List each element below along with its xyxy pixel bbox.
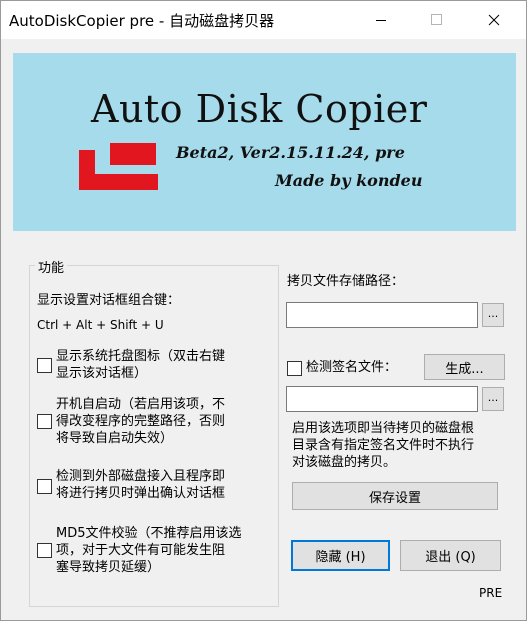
- features-group-label: 功能: [35, 257, 68, 276]
- edition-label: PRE: [479, 586, 503, 600]
- signature-checkbox[interactable]: [287, 361, 302, 376]
- logo-bottom-bar: [79, 174, 158, 190]
- signature-label: 检测签名文件：: [306, 360, 398, 375]
- logo-top-bar: [110, 143, 156, 165]
- option-confirm-dialog-label[interactable]: 检测到外部磁盘接入且程序即 将进行拷贝时弹出确认对话框: [56, 468, 256, 502]
- banner-title: Auto Disk Copier: [91, 87, 428, 131]
- window-title: AutoDiskCopier pre - 自动磁盘拷贝器: [9, 12, 275, 30]
- path-input[interactable]: [286, 302, 478, 328]
- save-settings-button[interactable]: 保存设置: [292, 482, 498, 510]
- exit-button[interactable]: 退出 (Q): [400, 540, 501, 571]
- option-autostart-checkbox[interactable]: [37, 414, 52, 429]
- minimize-icon: [376, 20, 386, 21]
- hotkey-label: 显示设置对话框组合键：: [37, 293, 181, 308]
- close-button[interactable]: [471, 1, 517, 39]
- path-label: 拷贝文件存储路径：: [287, 274, 405, 289]
- maximize-button[interactable]: [414, 1, 460, 39]
- signature-description: 启用该选项即当待拷贝的磁盘根 目录含有指定签名文件时不执行 对该磁盘的拷贝。: [292, 421, 475, 470]
- hide-button[interactable]: 隐藏 (H): [291, 540, 390, 571]
- banner-author: Made by kondeu: [275, 171, 423, 190]
- minimize-button[interactable]: [358, 1, 404, 39]
- generate-button[interactable]: 生成...: [424, 354, 505, 380]
- browse-path-button[interactable]: ...: [482, 303, 504, 327]
- app-window: AutoDiskCopier pre - 自动磁盘拷贝器 Auto Disk C…: [0, 0, 527, 621]
- hotkey-value: Ctrl + Alt + Shift + U: [37, 318, 164, 332]
- option-autostart-label[interactable]: 开机自启动（若启用该项，不 得改变程序的完整路径，否则 将导致自启动失效）: [56, 396, 256, 447]
- option-confirm-dialog-checkbox[interactable]: [37, 479, 52, 494]
- banner-version: Beta2, Ver2.15.11.24, pre: [176, 143, 405, 162]
- close-icon: [488, 14, 500, 26]
- maximize-icon: [431, 14, 442, 25]
- app-banner: Auto Disk Copier Beta2, Ver2.15.11.24, p…: [13, 53, 516, 231]
- option-md5-checkbox[interactable]: [37, 543, 52, 558]
- browse-signature-button[interactable]: ...: [482, 387, 504, 411]
- option-tray-icon-label[interactable]: 显示系统托盘图标（双击右键 显示该对话框）: [56, 348, 256, 382]
- signature-file-input[interactable]: [286, 386, 478, 412]
- title-bar[interactable]: AutoDiskCopier pre - 自动磁盘拷贝器: [1, 1, 526, 39]
- option-tray-icon-checkbox[interactable]: [37, 358, 52, 373]
- option-md5-label[interactable]: MD5文件校验（不推荐启用该选 项，对于大文件有可能发生阻 塞导致拷贝延缓）: [56, 525, 256, 576]
